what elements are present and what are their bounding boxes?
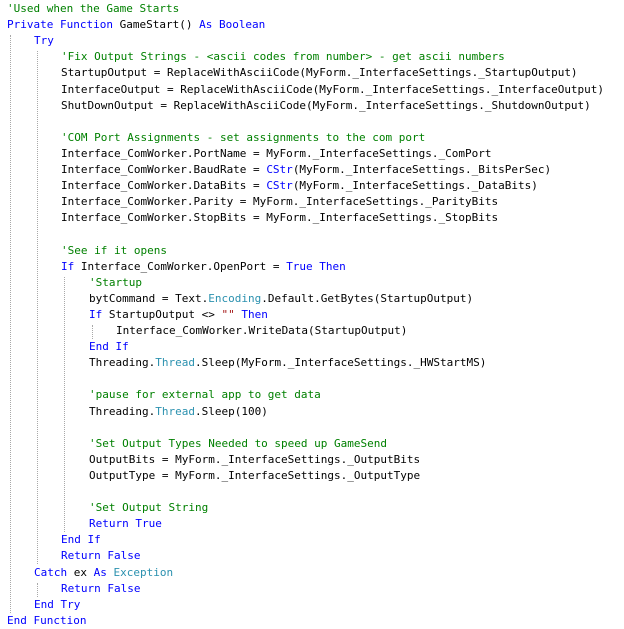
code-token-type: Thread bbox=[155, 356, 195, 370]
code-token-comment: 'COM Port Assignments - set assignments … bbox=[61, 130, 426, 144]
code-token-keyword: If bbox=[61, 259, 81, 273]
code-line[interactable]: OutputBits = MyForm._InterfaceSettings._… bbox=[89, 452, 420, 468]
code-line[interactable]: Threading.Thread.Sleep(100) bbox=[89, 404, 268, 420]
code-token-plain: Interface_ComWorker.PortName = MyForm._I… bbox=[61, 146, 492, 160]
code-line[interactable]: Return False bbox=[61, 581, 140, 597]
code-token-plain: InterfaceOutput = ReplaceWithAsciiCode(M… bbox=[61, 82, 605, 96]
code-line[interactable]: 'pause for external app to get data bbox=[89, 387, 321, 403]
code-line[interactable]: Threading.Thread.Sleep(MyForm._Interface… bbox=[89, 355, 486, 371]
code-token-plain: (MyForm._InterfaceSettings._BitsPerSec) bbox=[292, 163, 552, 176]
code-line[interactable]: 'Startup bbox=[89, 275, 142, 291]
code-line[interactable]: 'Fix Output Strings - <ascii codes from … bbox=[61, 49, 505, 65]
code-token-comment: 'Set Output String bbox=[89, 501, 209, 515]
code-token-keyword: CStr bbox=[266, 163, 293, 176]
code-token-plain: GameStart() bbox=[119, 18, 200, 32]
code-line[interactable]: End Function bbox=[7, 613, 86, 629]
code-line[interactable]: End If bbox=[61, 532, 101, 548]
code-line[interactable]: Interface_ComWorker.PortName = MyForm._I… bbox=[61, 146, 491, 162]
code-token-keyword: Try bbox=[34, 34, 54, 48]
code-line[interactable]: Interface_ComWorker.DataBits = CStr(MyFo… bbox=[61, 178, 538, 194]
code-token-plain: StartupOutput = ReplaceWithAsciiCode(MyF… bbox=[61, 66, 578, 80]
code-token-keyword: Return False bbox=[61, 581, 141, 595]
code-token-keyword: End If bbox=[61, 533, 101, 547]
code-token-keyword: Private Function bbox=[7, 18, 120, 32]
code-line[interactable]: 'Used when the Game Starts bbox=[7, 1, 179, 17]
indent-guide bbox=[92, 325, 93, 340]
code-line[interactable]: 'See if it opens bbox=[61, 243, 167, 259]
code-token-plain: .Sleep(MyForm._InterfaceSettings._HWStar… bbox=[194, 356, 487, 370]
code-token-comment: 'Fix Output Strings - <ascii codes from … bbox=[61, 50, 505, 64]
code-line[interactable]: Interface_ComWorker.BaudRate = CStr(MyFo… bbox=[61, 162, 551, 178]
code-token-keyword: As Boolean bbox=[199, 18, 266, 32]
code-token-plain: Interface_ComWorker.OpenPort = bbox=[80, 259, 287, 273]
code-token-plain: (MyForm._InterfaceSettings._DataBits) bbox=[292, 179, 538, 193]
code-token-keyword: End Function bbox=[7, 613, 87, 627]
code-line[interactable]: Interface_ComWorker.WriteData(StartupOut… bbox=[116, 323, 407, 339]
indent-guide bbox=[10, 35, 11, 613]
indent-guide bbox=[37, 51, 38, 565]
code-token-plain: Interface_ComWorker.DataBits = bbox=[61, 179, 267, 193]
code-line[interactable]: Return False bbox=[61, 548, 140, 564]
code-token-plain: Threading. bbox=[89, 404, 156, 418]
code-token-plain: StartupOutput <> bbox=[108, 307, 222, 321]
code-token-comment: 'pause for external app to get data bbox=[89, 388, 321, 402]
code-token-plain: .Default.GetBytes(StartupOutput) bbox=[261, 291, 474, 305]
code-line[interactable]: bytCommand = Text.Encoding.Default.GetBy… bbox=[89, 291, 473, 307]
code-token-keyword: If bbox=[89, 307, 109, 321]
code-token-keyword: Then bbox=[234, 307, 268, 321]
code-line[interactable]: Try bbox=[34, 33, 54, 49]
code-line[interactable]: InterfaceOutput = ReplaceWithAsciiCode(M… bbox=[61, 82, 604, 98]
code-token-keyword: Return True bbox=[89, 517, 162, 531]
code-token-plain: .Sleep(100) bbox=[194, 404, 268, 418]
code-token-comment: 'Set Output Types Needed to speed up Gam… bbox=[89, 436, 388, 450]
code-token-type: Exception bbox=[113, 565, 174, 579]
code-line[interactable]: ShutDownOutput = ReplaceWithAsciiCode(My… bbox=[61, 98, 591, 114]
code-token-keyword: Catch bbox=[34, 565, 74, 579]
code-token-plain: ShutDownOutput = ReplaceWithAsciiCode(My… bbox=[61, 98, 591, 112]
code-line[interactable]: End Try bbox=[34, 597, 80, 613]
code-token-keyword: End Try bbox=[34, 597, 81, 611]
code-token-plain: Threading. bbox=[89, 356, 156, 370]
code-line[interactable]: Interface_ComWorker.StopBits = MyForm._I… bbox=[61, 210, 498, 226]
code-line[interactable]: Interface_ComWorker.Parity = MyForm._Int… bbox=[61, 194, 498, 210]
code-line[interactable]: Return True bbox=[89, 516, 162, 532]
code-line[interactable]: If Interface_ComWorker.OpenPort = True T… bbox=[61, 259, 346, 275]
code-token-comment: 'Used when the Game Starts bbox=[7, 2, 180, 15]
code-token-keyword: As bbox=[93, 565, 114, 579]
code-token-plain: Interface_ComWorker.BaudRate = bbox=[61, 163, 267, 176]
code-token-string: "" bbox=[221, 307, 235, 321]
code-token-keyword: Return False bbox=[61, 549, 141, 563]
code-token-keyword: CStr bbox=[266, 179, 293, 193]
code-line[interactable]: 'Set Output String bbox=[89, 500, 208, 516]
code-token-plain: Interface_ComWorker.StopBits = MyForm._I… bbox=[61, 211, 499, 225]
code-line[interactable]: OutputType = MyForm._InterfaceSettings._… bbox=[89, 468, 420, 484]
code-token-plain: Interface_ComWorker.Parity = MyForm._Int… bbox=[61, 195, 499, 209]
code-token-comment: 'Startup bbox=[89, 275, 142, 289]
code-line[interactable]: End If bbox=[89, 339, 129, 355]
code-line[interactable]: If StartupOutput <> "" Then bbox=[89, 307, 268, 323]
code-token-type: Thread bbox=[155, 404, 195, 418]
code-token-comment: 'See if it opens bbox=[61, 243, 167, 257]
code-line[interactable]: 'COM Port Assignments - set assignments … bbox=[61, 130, 425, 146]
code-token-keyword: True Then bbox=[286, 259, 346, 273]
code-token-plain: Interface_ComWorker.WriteData(StartupOut… bbox=[116, 324, 408, 337]
code-line[interactable]: Private Function GameStart() As Boolean bbox=[7, 17, 265, 33]
code-token-plain: bytCommand = Text. bbox=[89, 291, 209, 305]
code-token-plain: ex bbox=[73, 565, 94, 579]
code-editor[interactable]: 'Used when the Game Starts Private Functi… bbox=[0, 0, 624, 629]
code-line[interactable]: 'Set Output Types Needed to speed up Gam… bbox=[89, 436, 387, 452]
code-line[interactable]: Catch ex As Exception bbox=[34, 565, 173, 581]
indent-guide bbox=[64, 276, 65, 533]
indent-guide bbox=[37, 582, 38, 597]
code-token-keyword: End If bbox=[89, 340, 129, 354]
code-line[interactable]: StartupOutput = ReplaceWithAsciiCode(MyF… bbox=[61, 65, 578, 81]
code-token-type: Encoding bbox=[208, 291, 262, 305]
code-token-plain: OutputType = MyForm._InterfaceSettings._… bbox=[89, 468, 421, 482]
code-token-plain: OutputBits = MyForm._InterfaceSettings._… bbox=[89, 452, 421, 466]
